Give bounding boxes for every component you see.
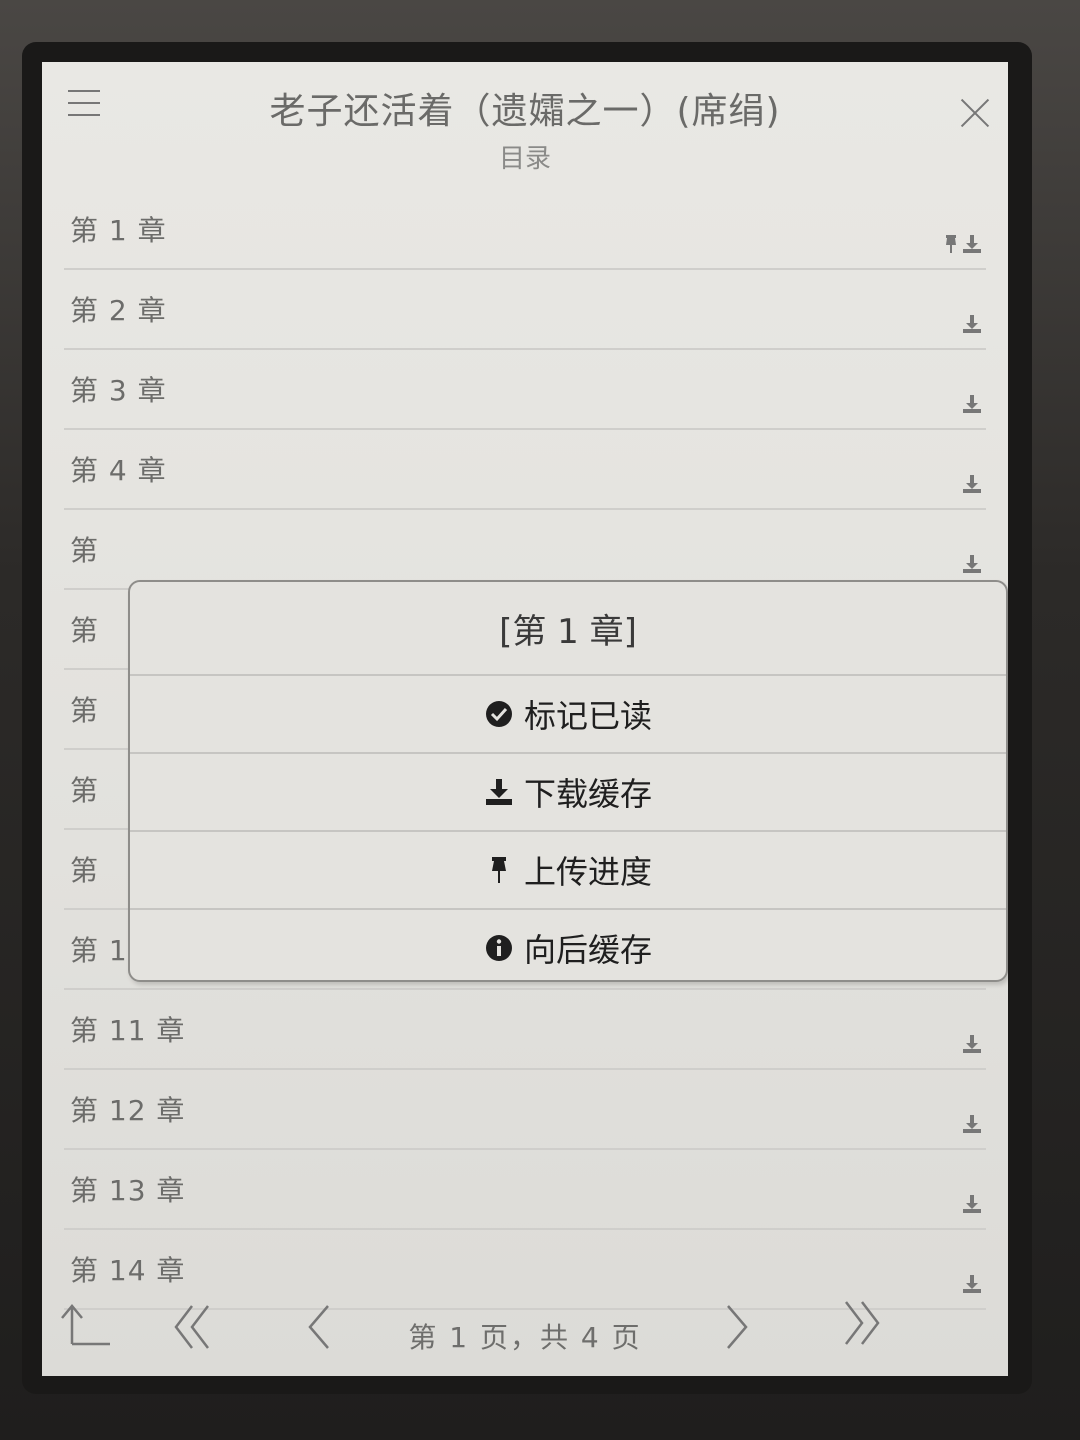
download-icon[interactable] <box>962 474 982 494</box>
pagination-bar: 第 1 页，共 4 页 <box>42 1286 1008 1376</box>
chapter-label: 第 3 章 <box>70 374 167 407</box>
upload-progress-button[interactable]: 上传进度 <box>130 832 1006 910</box>
download-icon[interactable] <box>962 234 982 254</box>
chapter-row[interactable]: 第 4 章 <box>64 430 986 510</box>
chapter-label: 第 <box>70 854 100 887</box>
chapter-status-icons <box>962 474 982 494</box>
download-icon[interactable] <box>962 1034 982 1054</box>
chapter-context-menu: [第 1 章] 标记已读 下载缓存 上传进度 向后缓存 <box>128 580 1008 982</box>
chapter-status-icons <box>944 234 982 254</box>
mark-read-button[interactable]: 标记已读 <box>130 676 1006 754</box>
chapter-label: 第 <box>70 614 100 647</box>
upload-progress-label: 上传进度 <box>523 853 652 891</box>
chapter-label: 第 1 章 <box>70 214 167 247</box>
book-title: 老子还活着（遗孀之一）(席绢) <box>269 91 781 132</box>
download-cache-button[interactable]: 下载缓存 <box>130 754 1006 832</box>
chapter-label: 第 4 章 <box>70 454 167 487</box>
chapter-row[interactable]: 第 13 章 <box>64 1150 986 1230</box>
download-icon <box>484 777 514 807</box>
chapter-label: 第 2 章 <box>70 294 167 327</box>
chapter-label: 第 11 章 <box>70 1014 186 1047</box>
chapter-row[interactable]: 第 1 章 <box>64 190 986 270</box>
mark-read-label: 标记已读 <box>523 697 652 735</box>
chapter-status-icons <box>962 394 982 414</box>
download-icon[interactable] <box>962 1114 982 1134</box>
info-circle-icon <box>484 933 514 963</box>
chapter-row[interactable]: 第 12 章 <box>64 1070 986 1150</box>
chapter-status-icons <box>962 1194 982 1214</box>
download-icon[interactable] <box>962 394 982 414</box>
next-page-icon[interactable] <box>722 1302 752 1356</box>
chapter-label: 第 <box>70 694 100 727</box>
chapter-row[interactable]: 第 <box>64 510 986 590</box>
context-menu-heading: [第 1 章] <box>130 582 1006 676</box>
download-icon[interactable] <box>962 554 982 574</box>
cache-forward-button[interactable]: 向后缓存 <box>130 910 1006 986</box>
chapter-status-icons <box>962 314 982 334</box>
chapter-row[interactable]: 第 11 章 <box>64 990 986 1070</box>
ereader-screen: 老子还活着（遗孀之一）(席绢) 目录 第 1 章第 2 章第 3 章第 4 章第… <box>42 62 1008 1376</box>
pin-icon <box>944 234 958 254</box>
chapter-label: 第 <box>70 534 100 567</box>
chapter-status-icons <box>962 1034 982 1054</box>
download-icon[interactable] <box>962 1194 982 1214</box>
download-icon[interactable] <box>962 314 982 334</box>
chapter-row[interactable]: 第 2 章 <box>64 270 986 350</box>
last-page-icon[interactable] <box>840 1298 884 1352</box>
chapter-row[interactable]: 第 3 章 <box>64 350 986 430</box>
chapter-label: 第 12 章 <box>70 1094 186 1127</box>
chapter-status-icons <box>962 554 982 574</box>
chapter-label: 第 13 章 <box>70 1174 186 1207</box>
chapter-label: 第 <box>70 774 100 807</box>
close-icon[interactable] <box>960 98 990 128</box>
toc-subtitle: 目录 <box>498 144 551 174</box>
download-cache-label: 下载缓存 <box>523 775 652 813</box>
pin-icon <box>484 855 514 885</box>
chapter-status-icons <box>962 1114 982 1134</box>
chapter-label: 第 14 章 <box>70 1254 186 1287</box>
check-circle-icon <box>484 699 514 729</box>
cache-forward-label: 向后缓存 <box>523 931 652 969</box>
